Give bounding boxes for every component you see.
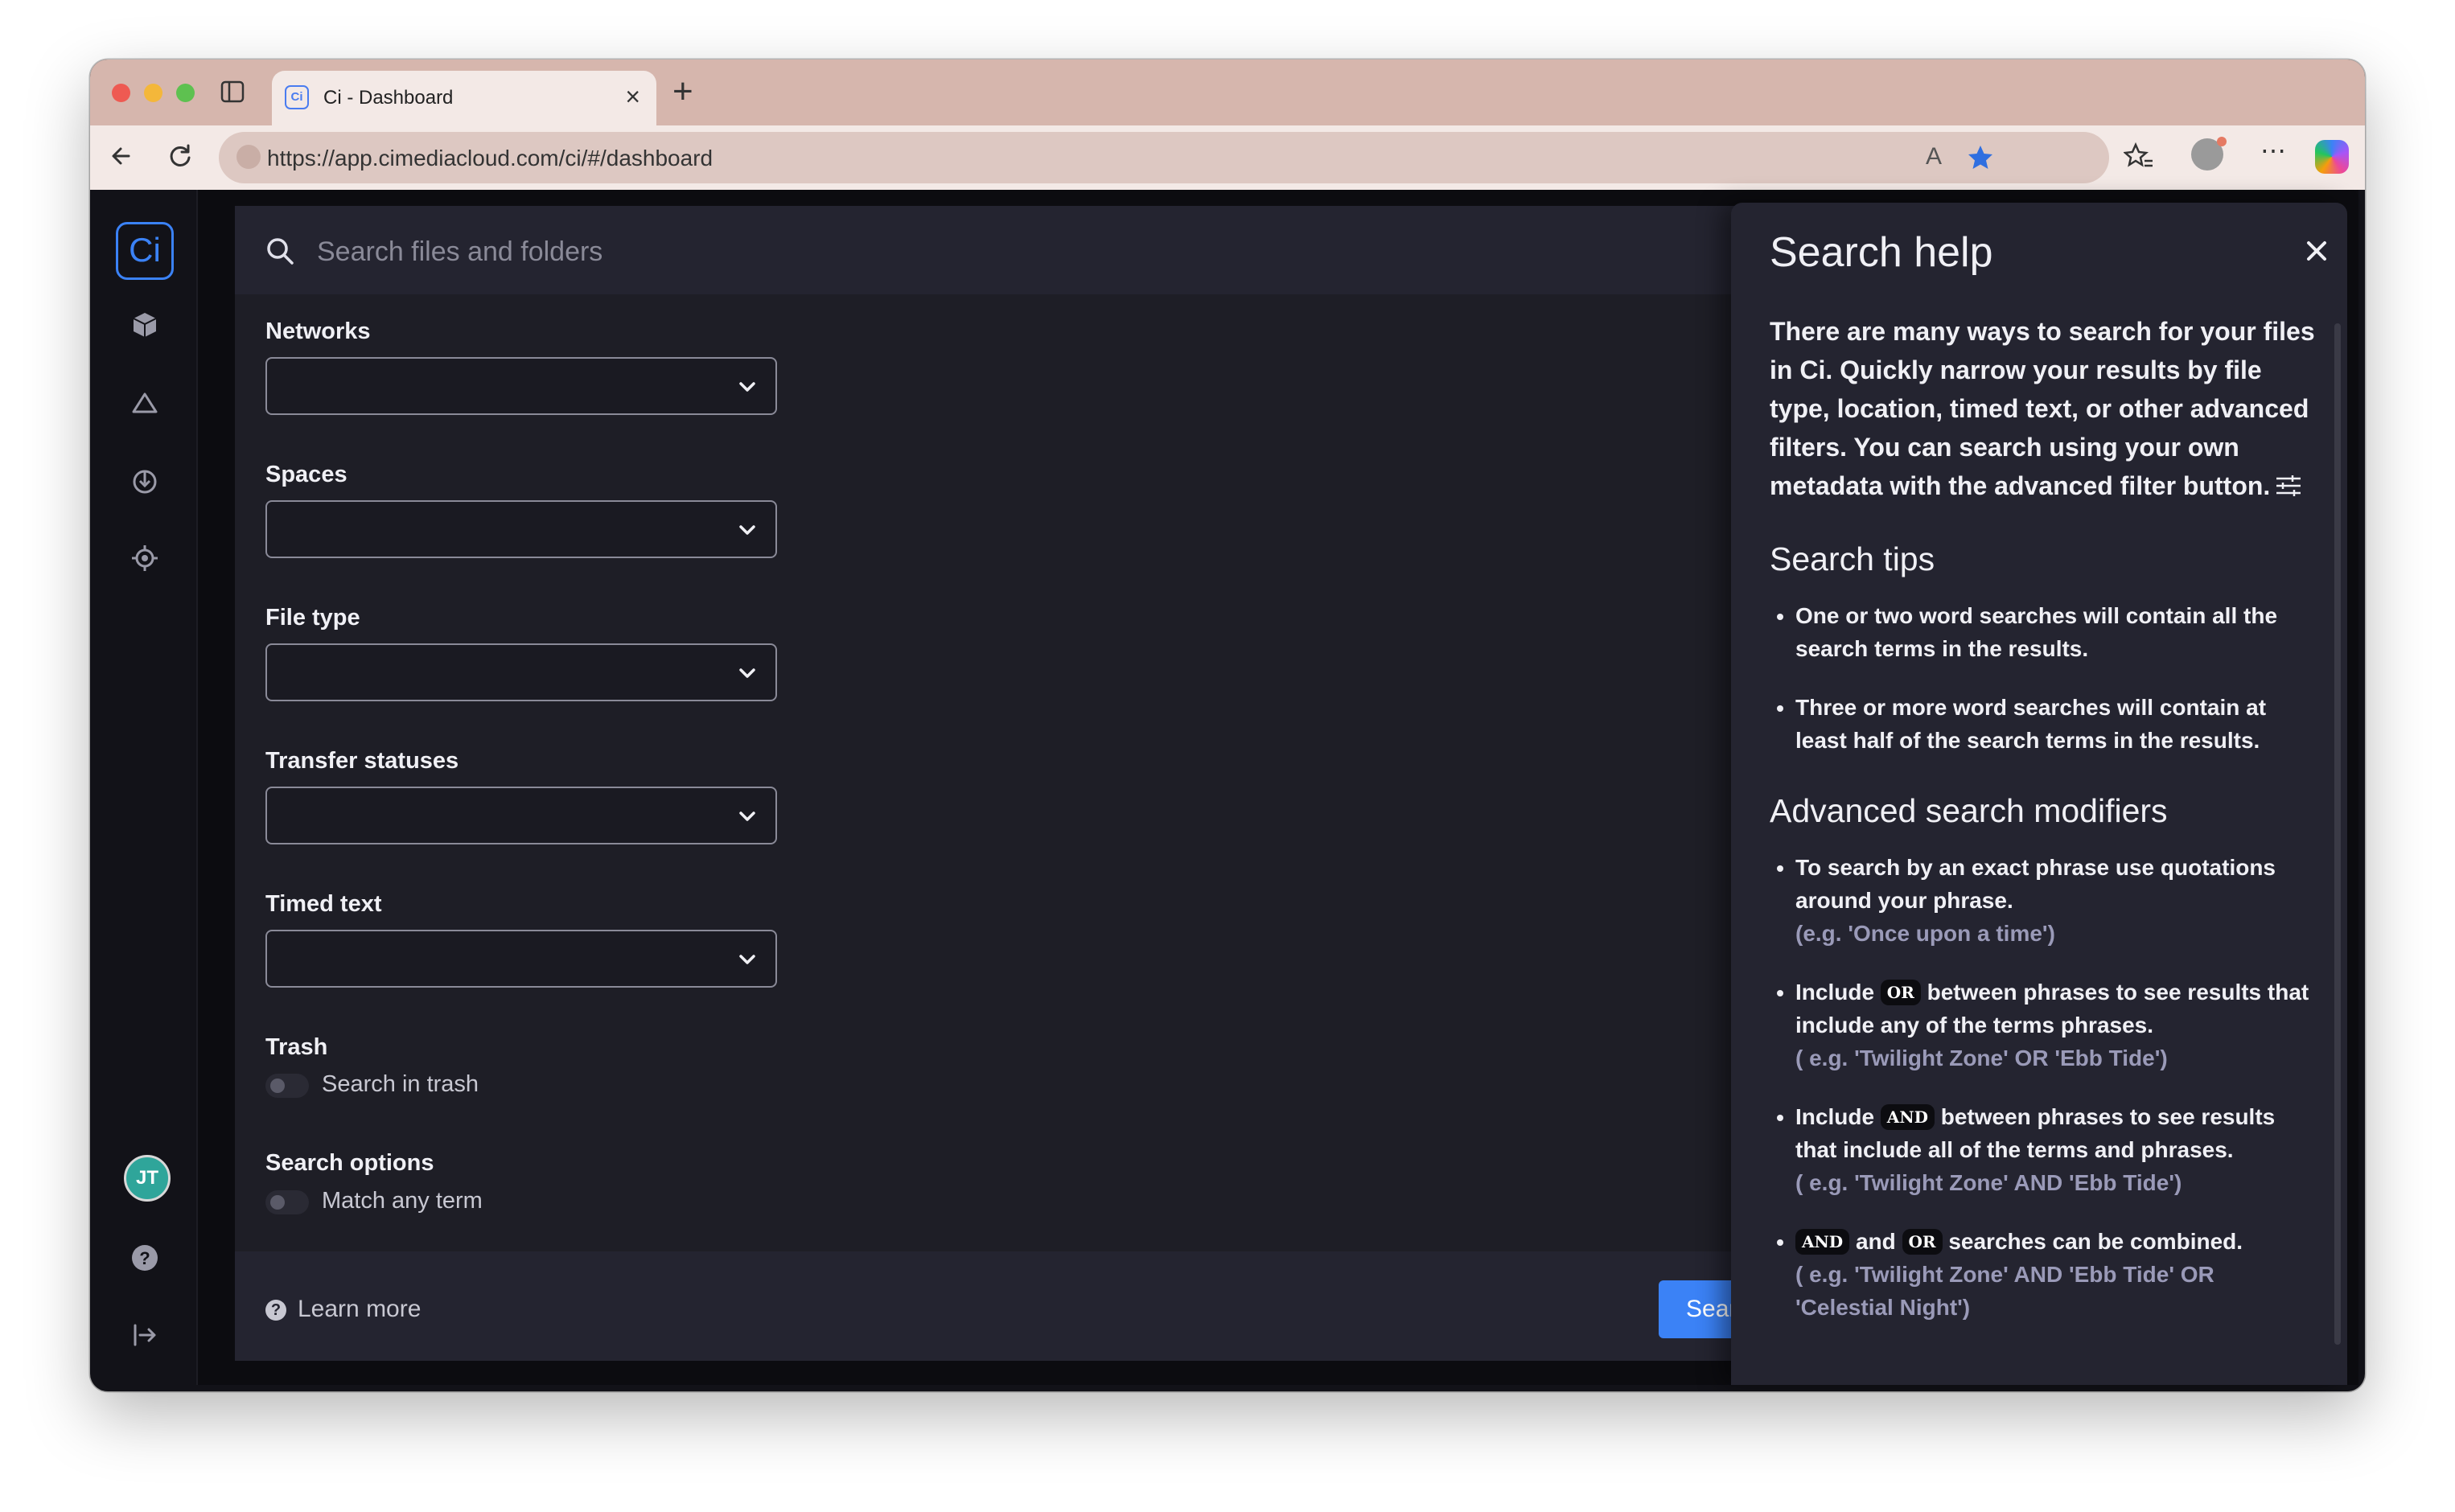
transfer-statuses-select[interactable] xyxy=(265,787,777,844)
chevron-down-icon xyxy=(739,382,755,392)
help-title: Search help xyxy=(1770,229,1993,276)
user-avatar[interactable]: JT xyxy=(124,1155,171,1202)
copilot-icon[interactable] xyxy=(2315,140,2349,174)
ci-app: Ci JT ? Search files and folders Network… xyxy=(97,190,2358,1385)
power-icon[interactable] xyxy=(130,466,159,495)
left-rail: Ci JT ? xyxy=(97,190,198,1385)
list-item: To search by an exact phrase use quotati… xyxy=(1795,851,2317,950)
target-icon[interactable] xyxy=(130,544,159,573)
chevron-down-icon xyxy=(739,668,755,678)
reload-icon[interactable] xyxy=(162,138,198,174)
close-icon[interactable] xyxy=(2301,235,2333,267)
networks-select[interactable] xyxy=(265,357,777,415)
help-content: There are many ways to search for your f… xyxy=(1770,312,2317,1350)
ci-favicon-icon: Ci xyxy=(285,85,309,109)
maximize-window-button[interactable] xyxy=(176,84,195,102)
favorites-icon[interactable] xyxy=(2124,142,2154,172)
help-intro-text: There are many ways to search for your f… xyxy=(1770,317,2315,500)
and-operator: AND xyxy=(1880,1104,1935,1130)
help-icon[interactable]: ? xyxy=(130,1243,159,1272)
example-text: ( e.g. 'Twilight Zone' OR 'Ebb Tide') xyxy=(1795,1046,2168,1070)
title-bar: Ci Ci - Dashboard × + xyxy=(90,60,2365,125)
chevron-down-icon xyxy=(739,955,755,964)
search-help-drawer: Search help There are many ways to searc… xyxy=(1731,203,2347,1385)
example-text: ( e.g. 'Twilight Zone' AND 'Ebb Tide') xyxy=(1795,1170,2182,1195)
search-icon xyxy=(267,238,294,265)
spaces-select[interactable] xyxy=(265,500,777,558)
tab-close-icon[interactable]: × xyxy=(625,82,640,111)
or-operator: OR xyxy=(1880,980,1921,1005)
search-tips-heading: Search tips xyxy=(1770,540,1935,577)
modifier-text: and xyxy=(1855,1229,1896,1254)
chevron-down-icon xyxy=(739,811,755,821)
search-panel: Networks Spaces File type Transfer statu… xyxy=(235,206,1852,1361)
browser-tab[interactable]: Ci Ci - Dashboard × xyxy=(272,71,656,125)
read-aloud-icon[interactable]: A xyxy=(1926,143,1942,171)
list-item: Include OR between phrases to see result… xyxy=(1795,976,2317,1074)
learn-more-link[interactable]: ? Learn more xyxy=(265,1296,421,1323)
search-input[interactable] xyxy=(315,228,1686,275)
cube-icon[interactable] xyxy=(130,310,159,339)
url-text[interactable]: https://app.cimediacloud.com/ci/#/dashbo… xyxy=(267,146,713,171)
tab-sidebar-icon[interactable] xyxy=(220,80,245,103)
example-text: ( e.g. 'Twilight Zone' AND 'Ebb Tide' OR… xyxy=(1795,1262,2214,1320)
trash-label: Trash xyxy=(265,1034,328,1060)
address-bar[interactable]: https://app.cimediacloud.com/ci/#/dashbo… xyxy=(219,132,2109,183)
search-in-trash-label: Search in trash xyxy=(322,1071,479,1097)
back-icon[interactable] xyxy=(105,138,140,174)
list-item: AND and OR searches can be combined. ( e… xyxy=(1795,1225,2317,1324)
or-operator: OR xyxy=(1902,1229,1943,1255)
toggle-knob xyxy=(270,1195,285,1210)
chevron-down-icon xyxy=(739,525,755,535)
learn-more-label: Learn more xyxy=(298,1296,422,1322)
modifiers-heading: Advanced search modifiers xyxy=(1770,792,2168,829)
new-tab-button[interactable]: + xyxy=(672,71,693,113)
help-scrollbar[interactable] xyxy=(2334,323,2341,1345)
navigation-bar: https://app.cimediacloud.com/ci/#/dashbo… xyxy=(90,125,2365,190)
search-tips-list: One or two word searches will contain al… xyxy=(1770,599,2317,757)
list-item: Include AND between phrases to see resul… xyxy=(1795,1100,2317,1199)
logout-icon[interactable] xyxy=(130,1321,159,1350)
svg-text:?: ? xyxy=(139,1248,150,1268)
match-any-term-toggle[interactable] xyxy=(265,1190,309,1214)
modifier-text: Include xyxy=(1795,980,1875,1005)
match-any-term-label: Match any term xyxy=(322,1188,483,1214)
close-window-button[interactable] xyxy=(112,84,130,102)
file-type-label: File type xyxy=(265,605,360,631)
help-intro: There are many ways to search for your f… xyxy=(1770,312,2317,505)
search-options-label: Search options xyxy=(265,1150,434,1176)
timed-text-label: Timed text xyxy=(265,891,382,917)
modifier-text: Include xyxy=(1795,1104,1875,1129)
favorite-star-icon[interactable] xyxy=(1966,143,1995,172)
and-operator: AND xyxy=(1795,1229,1850,1255)
ci-logo[interactable]: Ci xyxy=(116,222,174,280)
browser-window: Ci Ci - Dashboard × + https://app.cimedi… xyxy=(90,60,2365,1391)
networks-label: Networks xyxy=(265,318,371,344)
modifier-text: To search by an exact phrase use quotati… xyxy=(1795,855,2276,913)
example-text: (e.g. 'Once upon a time') xyxy=(1795,921,2055,946)
more-menu-icon[interactable]: ⋯ xyxy=(2260,135,2286,166)
list-item: One or two word searches will contain al… xyxy=(1795,599,2317,665)
toggle-knob xyxy=(270,1079,285,1093)
profile-notification-dot xyxy=(2217,137,2227,146)
transfer-statuses-label: Transfer statuses xyxy=(265,748,459,774)
cloud-icon[interactable] xyxy=(130,389,159,418)
modifier-text: searches can be combined. xyxy=(1948,1229,2243,1254)
modifiers-list: To search by an exact phrase use quotati… xyxy=(1770,851,2317,1324)
question-icon: ? xyxy=(265,1300,286,1321)
minimize-window-button[interactable] xyxy=(144,84,162,102)
tab-title: Ci - Dashboard xyxy=(323,87,454,109)
search-in-trash-toggle[interactable] xyxy=(265,1074,309,1098)
lock-icon[interactable] xyxy=(236,145,261,169)
file-type-select[interactable] xyxy=(265,643,777,701)
list-item: Three or more word searches will contain… xyxy=(1795,691,2317,757)
search-footer: ? Learn more Sear xyxy=(235,1251,1852,1361)
search-bar xyxy=(235,206,1779,294)
timed-text-select[interactable] xyxy=(265,930,777,988)
spaces-label: Spaces xyxy=(265,462,347,487)
advanced-filter-icon xyxy=(2276,475,2301,496)
